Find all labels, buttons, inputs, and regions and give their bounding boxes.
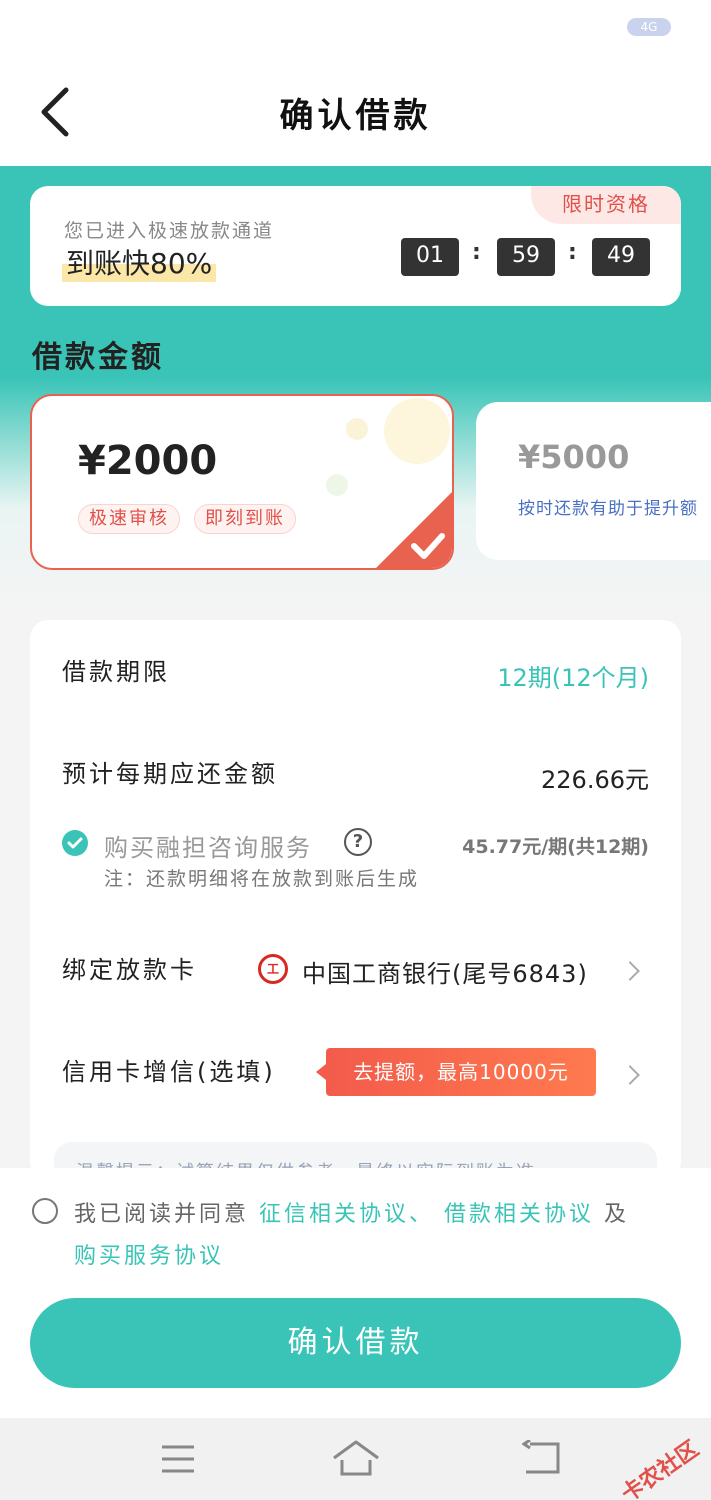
selected-check-icon [376,492,452,568]
home-icon[interactable] [332,1438,380,1478]
raise-limit-button[interactable]: 去提额，最高10000元 [316,1048,596,1096]
signal-badge: 4G [627,18,671,36]
timer-seconds: 49 [592,238,650,276]
check-icon [67,837,83,849]
agreement-radio[interactable] [32,1198,58,1224]
page-title: 确认借款 [279,96,432,136]
loan-form-card: 借款期限 12期(12个月) 预计每期应还金额 226.66元 购买融担咨询服务… [30,620,681,1180]
amount-chip: 即刻到账 [194,504,296,534]
menu-icon[interactable] [160,1442,196,1476]
card-label: 绑定放款卡 [62,956,197,984]
amount-value: ¥2000 [78,438,218,484]
timer-minutes: 59 [497,238,555,276]
repayment-value: 226.66元 [541,766,649,794]
credit-agreement-link[interactable]: 征信相关协议、 [259,1202,434,1227]
bank-selector[interactable]: 中国工商银行(尾号6843) [302,954,588,989]
back-nav-icon[interactable] [522,1440,562,1476]
decor-circle [384,398,450,464]
service-checkbox[interactable] [62,830,88,856]
term-selector[interactable]: 12期(12个月) [497,658,649,693]
chevron-right-icon[interactable] [620,961,640,981]
decor-circle [326,474,348,496]
promo-subtitle: 您已进入极速放款通道 [64,220,275,242]
decor-circle [346,418,368,440]
promo-card: 限时资格 您已进入极速放款通道 到账快80% 01 : 59 : 49 [30,186,681,306]
chevron-right-icon[interactable] [620,1065,640,1085]
watermark: 卡农社区 [617,1436,704,1500]
timer-separator: : [472,240,481,265]
service-label: 购买融担咨询服务 [104,834,312,862]
promo-headline: 到账快80% [62,242,217,282]
agreement-text: 我已阅读并同意 征信相关协议、 借款相关协议 及 [74,1196,629,1228]
system-nav-bar: 卡农社区 [0,1418,711,1500]
timer-separator: : [568,240,577,265]
agreement-conj: 及 [604,1202,630,1227]
amount-chip: 极速审核 [78,504,180,534]
status-bar: 4G [0,0,711,60]
amount-section-title: 借款金额 [32,340,164,375]
loan-agreement-link[interactable]: 借款相关协议 [444,1202,594,1227]
promo-tag: 限时资格 [531,186,681,224]
service-fee: 45.77元/期(共12期) [462,836,649,858]
amount-value: ¥5000 [518,438,630,476]
amount-option-2000[interactable]: ¥2000 极速审核 即刻到账 [30,394,454,570]
amount-option-5000[interactable]: ¥5000 按时还款有助于提升额 [476,402,711,560]
icbc-bank-icon: 工 [258,954,288,984]
term-label: 借款期限 [62,658,170,686]
repayment-label: 预计每期应还金额 [62,760,278,788]
help-icon[interactable]: ? [344,828,372,856]
nav-bar: 确认借款 [0,60,711,166]
service-note: 注：还款明细将在放款到账后生成 [104,868,420,890]
agreement-prefix: 我已阅读并同意 [74,1202,250,1227]
service-agreement-link[interactable]: 购买服务协议 [74,1238,224,1270]
agreement-panel: 我已阅读并同意 征信相关协议、 借款相关协议 及 购买服务协议 确认借款 [0,1168,711,1418]
amount-tip: 按时还款有助于提升额 [518,499,698,519]
timer-hours: 01 [401,238,459,276]
credit-label: 信用卡增信(选填) [62,1058,276,1086]
confirm-loan-button[interactable]: 确认借款 [30,1298,681,1388]
